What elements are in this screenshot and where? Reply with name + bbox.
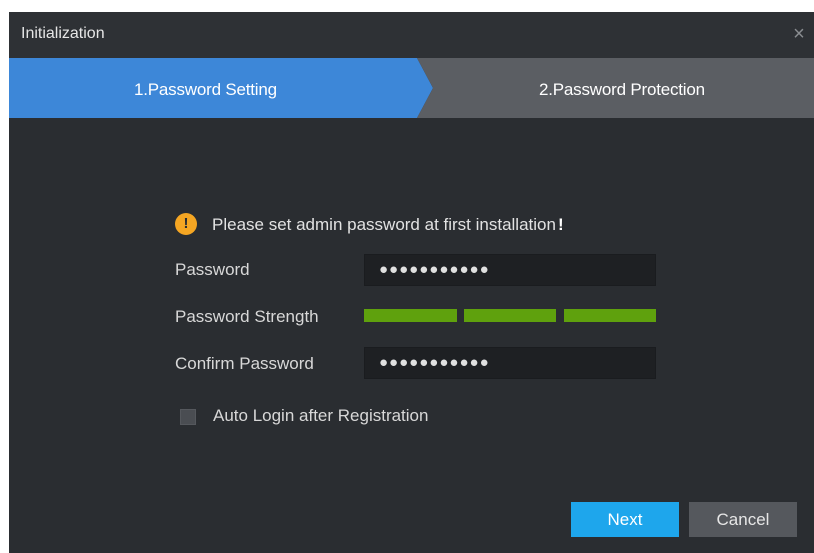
strength-segment-3 bbox=[564, 309, 656, 322]
step-progress-bar: 1.Password Setting 2.Password Protection bbox=[9, 58, 814, 118]
warning-exclamation: ! bbox=[557, 215, 564, 234]
dialog-title: Initialization bbox=[21, 25, 105, 42]
title-bar: Initialization × bbox=[9, 12, 814, 58]
step-2-label: 2.Password Protection bbox=[539, 80, 705, 99]
close-icon[interactable]: × bbox=[788, 23, 810, 45]
confirm-password-label: Confirm Password bbox=[175, 354, 314, 373]
initialization-dialog: Initialization × 1.Password Setting 2.Pa… bbox=[9, 12, 814, 553]
strength-segment-2 bbox=[464, 309, 556, 322]
confirm-password-field[interactable]: ●●●●●●●●●●● bbox=[364, 347, 656, 379]
password-setting-panel: ! Please set admin password at first ins… bbox=[9, 118, 814, 553]
warning-message-text: Please set admin password at first insta… bbox=[212, 215, 556, 234]
auto-login-checkbox[interactable] bbox=[180, 409, 196, 425]
warning-message: Please set admin password at first insta… bbox=[212, 215, 564, 235]
warning-icon: ! bbox=[175, 213, 197, 235]
next-button[interactable]: Next bbox=[571, 502, 679, 537]
password-strength-label: Password Strength bbox=[175, 307, 319, 326]
password-label: Password bbox=[175, 260, 250, 279]
step-1-label: 1.Password Setting bbox=[134, 80, 277, 99]
password-field[interactable]: ●●●●●●●●●●● bbox=[364, 254, 656, 286]
strength-segment-1 bbox=[364, 309, 457, 322]
cancel-button[interactable]: Cancel bbox=[689, 502, 797, 537]
auto-login-label: Auto Login after Registration bbox=[213, 406, 429, 425]
